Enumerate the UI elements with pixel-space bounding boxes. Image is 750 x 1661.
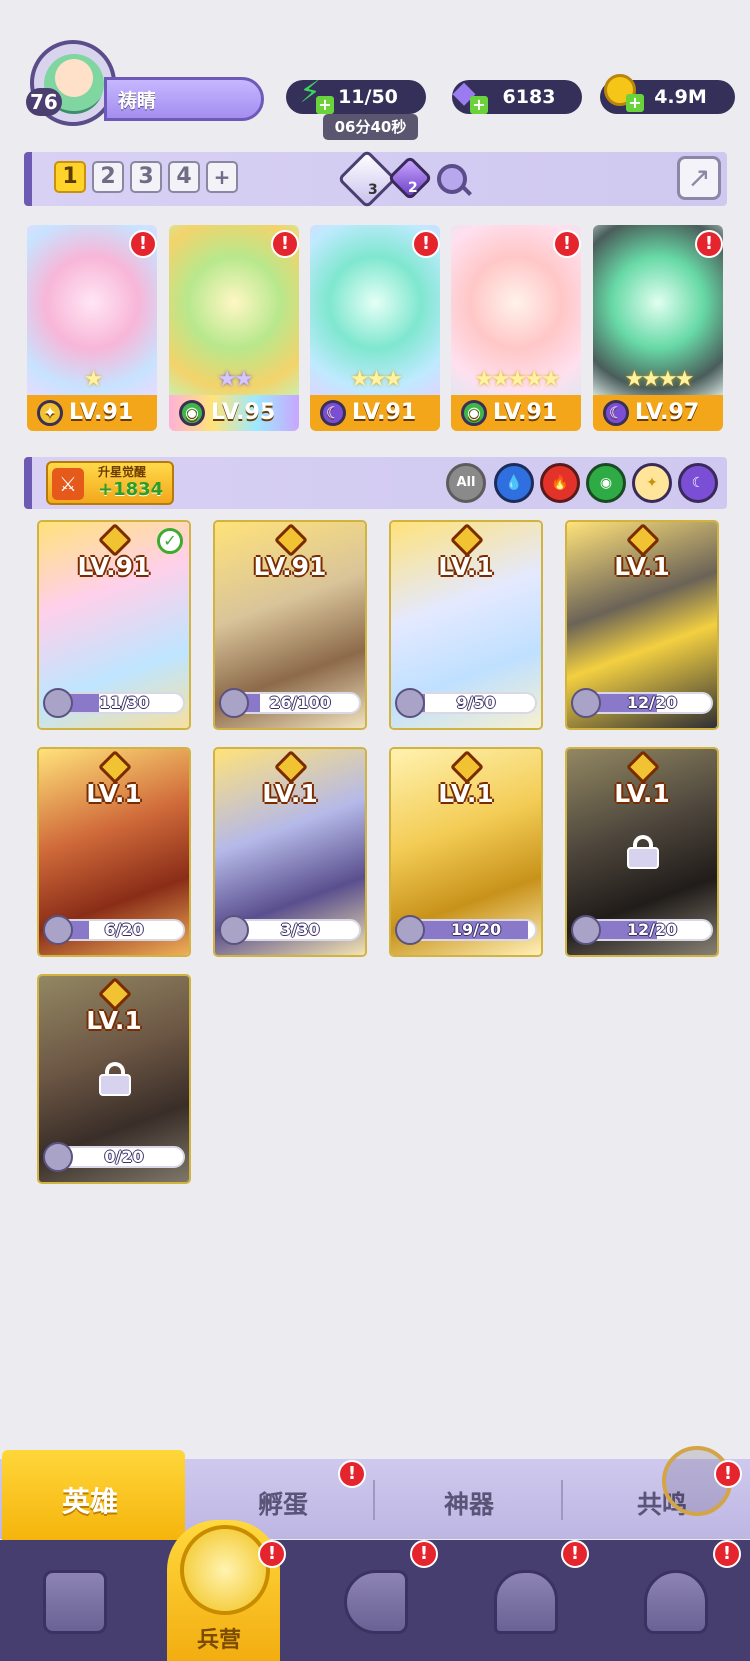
add-energy-icon[interactable]: +: [316, 96, 334, 114]
filter-moon-icon[interactable]: ☾: [678, 463, 718, 503]
energy-timer: 06分40秒: [323, 114, 418, 140]
mushroom-house-icon: [644, 1570, 708, 1634]
cards-icon: [43, 1570, 107, 1634]
team-stars: ★★★★★: [474, 367, 561, 392]
soul-shard-icon: [219, 915, 249, 945]
gem-icon[interactable]: ◆ +: [444, 72, 488, 114]
team-stars: ★★★: [349, 367, 403, 392]
nav-mushroom-house-alert: !: [713, 1540, 741, 1568]
nav-barracks-label[interactable]: 兵营: [197, 1622, 241, 1654]
team-tab-4[interactable]: 4: [168, 161, 200, 193]
hero-card[interactable]: LV.1 6/20: [37, 747, 191, 957]
soul-shard-icon: [395, 688, 425, 718]
filter-nature-icon[interactable]: ◉: [586, 463, 626, 503]
hero-level: LV.91: [77, 552, 151, 581]
team-stars: ★★★★: [624, 367, 695, 392]
nav-map[interactable]: [326, 1552, 426, 1652]
hero-card[interactable]: LV.1 19/20: [389, 747, 543, 957]
shrine-icon: [494, 1570, 558, 1634]
team-slot-3-alert: !: [412, 230, 440, 258]
team-slot-5-alert: !: [695, 230, 723, 258]
star-chip-count: 3: [368, 182, 378, 198]
team-tab-2[interactable]: 2: [92, 161, 124, 193]
subtab-divider: [373, 1480, 375, 1520]
nav-cards[interactable]: [25, 1552, 125, 1652]
team-level: ☾ LV.91: [310, 395, 440, 431]
team-level: ◉ LV.91: [451, 395, 581, 431]
soul-shard-icon: [43, 688, 73, 718]
map-icon: [344, 1570, 408, 1634]
hero-card[interactable]: LV.1 3/30: [213, 747, 367, 957]
add-gem-icon[interactable]: +: [470, 96, 488, 114]
energy-bolt-icon[interactable]: ⚡ +: [290, 72, 334, 114]
nav-barracks-alert: !: [258, 1540, 286, 1568]
subtab-divider: [561, 1480, 563, 1520]
hero-level: LV.1: [438, 552, 494, 581]
subtab-resonance-alert: !: [714, 1460, 742, 1488]
filter-water-icon[interactable]: 💧: [494, 463, 534, 503]
hero-level: LV.1: [262, 779, 318, 808]
team-stars: ★: [83, 367, 104, 392]
hero-card[interactable]: LV.1 9/50: [389, 520, 543, 730]
hero-card[interactable]: LV.91 26/100: [213, 520, 367, 730]
subtab-artifact[interactable]: 神器: [444, 1485, 494, 1521]
moon-chip-count: 2: [408, 180, 418, 196]
lock-icon: [99, 1062, 131, 1096]
filter-fire-icon[interactable]: 🔥: [540, 463, 580, 503]
moon-element-icon: ☾: [320, 400, 346, 426]
team-slot-2-alert: !: [271, 230, 299, 258]
gold-coin-icon[interactable]: +: [600, 70, 644, 112]
check-icon: ✓: [157, 528, 183, 554]
nav-shrine-alert: !: [561, 1540, 589, 1568]
hero-card[interactable]: LV.1 12/20: [565, 747, 719, 957]
hero-level: LV.1: [438, 779, 494, 808]
subtab-heroes[interactable]: 英雄: [62, 1480, 118, 1520]
search-icon[interactable]: [437, 164, 467, 194]
hero-level: LV.91: [253, 552, 327, 581]
add-gold-icon[interactable]: +: [626, 94, 644, 112]
nav-mushroom-house[interactable]: [626, 1552, 726, 1652]
hero-level: LV.1: [86, 1006, 142, 1035]
hero-level: LV.1: [614, 779, 670, 808]
soul-shard-icon: [571, 688, 601, 718]
soul-shard-icon: [43, 915, 73, 945]
team-slot-1-alert: !: [129, 230, 157, 258]
team-level: ◉ LV.95: [169, 395, 299, 431]
share-icon[interactable]: ↗: [677, 156, 721, 200]
soul-shard-icon: [395, 915, 425, 945]
filter-star-icon[interactable]: ✦: [632, 463, 672, 503]
team-tab-add[interactable]: +: [206, 161, 238, 193]
soul-shard-icon: [219, 688, 249, 718]
hero-level: LV.1: [86, 779, 142, 808]
barracks-icon[interactable]: [180, 1525, 270, 1615]
gem-value: 6183: [502, 86, 556, 108]
awaken-value: +1834: [98, 479, 164, 500]
subtab-hatch[interactable]: 孵蛋: [258, 1485, 308, 1521]
hero-level: LV.1: [614, 552, 670, 581]
soul-shard-icon: [571, 915, 601, 945]
team-tab-1[interactable]: 1: [54, 161, 86, 193]
nav-shrine[interactable]: [476, 1552, 576, 1652]
hero-card[interactable]: LV.1 12/20: [565, 520, 719, 730]
team-stars: ★★: [217, 367, 253, 392]
moon-element-icon: ☾: [603, 400, 629, 426]
nature-element-icon: ◉: [179, 400, 205, 426]
team-tab-3[interactable]: 3: [130, 161, 162, 193]
star-element-icon: ✦: [37, 400, 63, 426]
subtab-hatch-alert: !: [338, 1460, 366, 1488]
team-level: ✦ LV.91: [27, 395, 157, 431]
nav-map-alert: !: [410, 1540, 438, 1568]
player-level-badge: 76: [26, 88, 62, 116]
sword-upgrade-icon: ⚔: [52, 468, 84, 500]
awaken-title: 升星觉醒: [98, 465, 147, 479]
soul-shard-icon: [43, 1142, 73, 1172]
hero-card[interactable]: LV.91 ✓ 11/30: [37, 520, 191, 730]
lock-icon: [627, 835, 659, 869]
hero-card[interactable]: LV.1 0/20: [37, 974, 191, 1184]
filter-all[interactable]: All: [446, 463, 486, 503]
player-name: 祷睛: [118, 90, 157, 112]
team-slot-4-alert: !: [553, 230, 581, 258]
nature-element-icon: ◉: [461, 400, 487, 426]
team-level: ☾ LV.97: [593, 395, 723, 431]
